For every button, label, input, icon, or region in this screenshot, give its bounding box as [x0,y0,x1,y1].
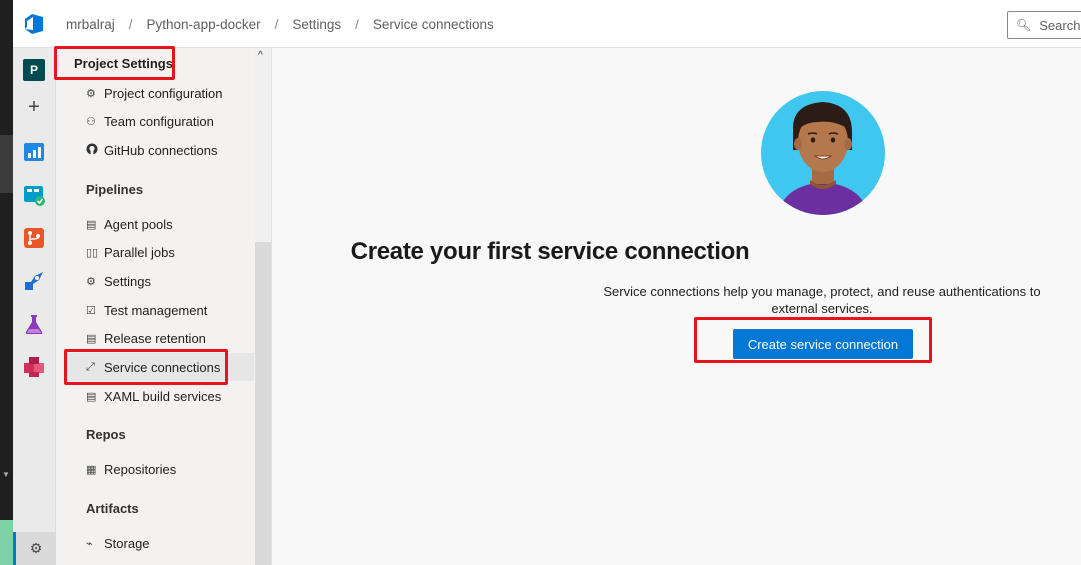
search-label: Search [1039,17,1081,33]
person-illustration [761,91,885,215]
breadcrumb-separator: / [355,16,359,32]
nav-section-repos: Repos [86,427,126,442]
search-box[interactable]: 🔍︎ Search [1007,11,1081,39]
nav-item-label: Settings [104,273,151,289]
nav-item-label: Team configuration [104,113,214,129]
xaml-build-icon: ▤ [86,390,97,403]
nav-item-label: GitHub connections [104,142,218,158]
storage-icon: ⌁ [86,537,93,550]
breadcrumb: mrbalraj / Python-app-docker / Settings … [66,0,494,48]
nav-item-label: XAML build services [104,388,222,404]
chevron-up-icon[interactable]: ^ [258,50,263,61]
project-settings-gear-icon[interactable]: ⚙ [13,532,56,565]
scroll-arrow-icon: ▼ [2,470,10,479]
empty-state-description: Service connections help you manage, pro… [603,284,1041,316]
repository-icon: ▦ [86,463,97,476]
nav-item-settings[interactable]: ⚙ Settings [66,267,254,295]
add-icon[interactable]: + [23,96,45,118]
test-management-icon: ☑ [86,304,96,317]
create-service-connection-button[interactable]: Create service connection [733,329,913,359]
nav-item-test-management[interactable]: ☑ Test management [66,296,254,324]
top-bar: mrbalraj / Python-app-docker / Settings … [13,0,1081,48]
nav-title: Project Settings [74,56,173,71]
breadcrumb-settings[interactable]: Settings [292,17,341,32]
nav-item-storage[interactable]: ⌁ Storage [66,529,254,557]
main-content: Create your first service connection Ser… [272,48,1081,565]
breadcrumb-org[interactable]: mrbalraj [66,17,115,32]
gear-icon: ⚙ [86,275,96,288]
service-connection-icon: ⤢ [86,360,95,373]
search-icon: 🔍︎ [1016,18,1032,32]
release-retention-icon: ▤ [86,332,97,345]
breadcrumb-separator: / [274,16,279,32]
breadcrumb-separator: / [128,16,133,32]
breadcrumb-current[interactable]: Service connections [373,17,494,32]
project-avatar[interactable]: P [23,59,45,81]
nav-item-release-retention[interactable]: ▤ Release retention [66,324,254,352]
nav-item-xaml-build-services[interactable]: ▤ XAML build services [66,382,254,410]
test-plans-icon[interactable] [23,313,45,335]
background-window-strip: ▼ [0,0,13,565]
nav-item-project-configuration[interactable]: ⚙ Project configuration [66,79,254,107]
nav-item-label: Repositories [104,461,177,477]
nav-item-repositories[interactable]: ▦ Repositories [66,455,254,483]
empty-state-heading: Create your first service connection [350,238,750,265]
nav-item-label: Project configuration [104,85,223,101]
nav-item-label: Storage [104,535,150,551]
nav-item-service-connections[interactable]: ⤢ Service connections [66,353,254,381]
agent-pool-icon: ▤ [86,218,97,231]
github-icon [86,143,104,158]
background-window-block [0,520,13,565]
nav-section-artifacts: Artifacts [86,501,139,516]
overview-icon[interactable] [23,141,45,163]
nav-item-label: Agent pools [104,216,173,232]
nav-scrollbar[interactable]: ^ [255,48,271,565]
breadcrumb-project[interactable]: Python-app-docker [147,17,261,32]
nav-item-github-connections[interactable]: GitHub connections [66,136,254,164]
boards-icon[interactable] [23,184,45,206]
nav-item-label: Service connections [104,359,221,375]
nav-item-agent-pools[interactable]: ▤ Agent pools [66,210,254,238]
background-window-block [0,135,13,193]
nav-item-label: Test management [104,302,208,318]
nav-section-pipelines: Pipelines [86,182,144,197]
settings-nav: Project Settings ⚙ Project configuration… [56,48,272,565]
nav-item-team-configuration[interactable]: ⚇ Team configuration [66,107,254,135]
nav-scrollbar-thumb[interactable] [255,242,271,565]
project-config-icon: ⚙ [86,87,96,100]
nav-item-label: Release retention [104,330,206,346]
team-config-icon: ⚇ [86,115,96,128]
azure-devops-logo-icon[interactable] [23,13,45,35]
pipelines-icon[interactable] [23,270,45,292]
artifacts-icon[interactable] [23,356,45,378]
left-rail: P + ⚙ [13,48,56,565]
